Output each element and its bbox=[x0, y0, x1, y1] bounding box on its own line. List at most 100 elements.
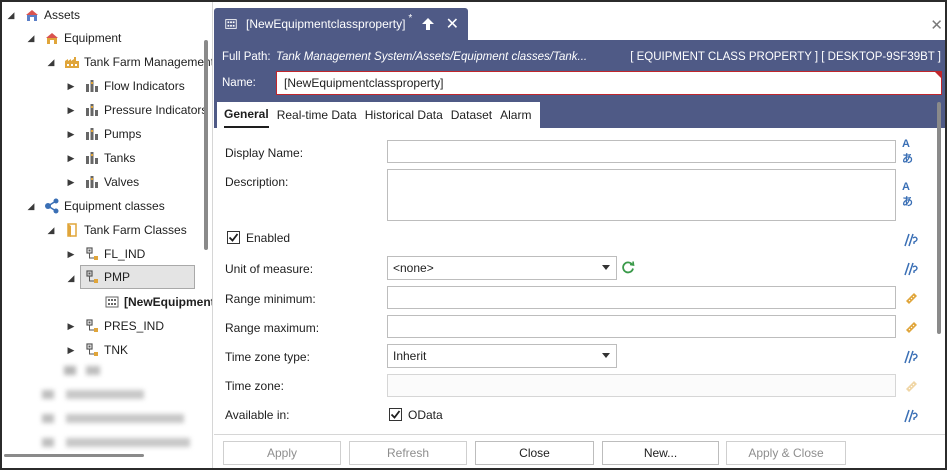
tab-dataset[interactable]: Dataset bbox=[451, 102, 492, 128]
time-zone-type-value: Inherit bbox=[393, 349, 427, 363]
tree-item-equipment-classes[interactable]: ◢ Equipment classes bbox=[24, 195, 165, 217]
odata-checkbox[interactable] bbox=[389, 408, 402, 421]
collapsed-arrow-icon[interactable]: ▶ bbox=[64, 343, 78, 357]
tree-horizontal-scrollbar[interactable] bbox=[4, 454, 144, 457]
tab-realtime-data[interactable]: Real-time Data bbox=[277, 102, 357, 128]
tree-item-tanks[interactable]: ▶ Tanks bbox=[64, 147, 136, 169]
close-button[interactable]: Close bbox=[475, 441, 594, 465]
tab-historical-data[interactable]: Historical Data bbox=[365, 102, 443, 128]
folder-icon bbox=[64, 222, 80, 238]
unit-of-measure-select[interactable]: <none> bbox=[387, 256, 617, 280]
document-tab[interactable]: [NewEquipmentclassproperty] * ✕ bbox=[214, 8, 468, 40]
tree-item-label: Pressure Indicators bbox=[104, 103, 208, 117]
pin-icon[interactable] bbox=[421, 17, 435, 31]
dialog-button-bar: Apply Refresh Close New... Apply & Close bbox=[214, 434, 945, 468]
translate-icon[interactable]: Aあ bbox=[902, 138, 920, 165]
tab-general[interactable]: General bbox=[224, 102, 269, 128]
blurred-row bbox=[42, 438, 54, 447]
tree-item-pressure-indicators[interactable]: ▶ Pressure Indicators bbox=[64, 99, 208, 121]
tree-item-pmp[interactable]: ◢ PMP bbox=[64, 265, 195, 289]
tree-item-label: Equipment classes bbox=[64, 199, 165, 213]
tree-item-tnk[interactable]: ▶ TNK bbox=[64, 339, 128, 361]
enabled-label: Enabled bbox=[246, 231, 291, 245]
collapsed-arrow-icon[interactable]: ▶ bbox=[64, 319, 78, 333]
tree-item-pumps[interactable]: ▶ Pumps bbox=[64, 123, 142, 145]
tree-item-pmp-selected[interactable]: PMP bbox=[80, 265, 195, 289]
ruler-icon[interactable] bbox=[902, 290, 920, 306]
close-tab-icon[interactable]: ✕ bbox=[445, 16, 459, 33]
refresh-button[interactable]: Refresh bbox=[349, 441, 467, 465]
collapsed-arrow-icon[interactable]: ▶ bbox=[64, 247, 78, 261]
unit-of-measure-label: Unit of measure: bbox=[225, 262, 314, 276]
tree-item-pres-ind[interactable]: ▶ PRES_IND bbox=[64, 315, 165, 337]
tree-item-tank-farm-classes[interactable]: ◢ Tank Farm Classes bbox=[44, 219, 187, 241]
tree-item-tank-farm-management[interactable]: ◢ Tank Farm Management bbox=[44, 51, 212, 73]
expanded-arrow-icon[interactable]: ◢ bbox=[44, 223, 58, 237]
range-maximum-input[interactable] bbox=[387, 315, 896, 338]
link-property-icon[interactable] bbox=[902, 349, 920, 365]
link-property-icon[interactable] bbox=[902, 261, 920, 277]
equipment-node-icon bbox=[84, 150, 100, 166]
description-input[interactable] bbox=[387, 169, 896, 221]
translate-icon[interactable]: Aあ bbox=[902, 181, 920, 208]
factory-icon bbox=[64, 54, 80, 70]
collapsed-arrow-icon[interactable]: ▶ bbox=[64, 127, 78, 141]
tree-item-new-property[interactable]: [NewEquipmentclassproperty] bbox=[104, 291, 212, 313]
blurred-row bbox=[66, 438, 190, 447]
range-maximum-label: Range maximum: bbox=[225, 321, 320, 335]
equipment-node-icon bbox=[84, 126, 100, 142]
tree-item-valves[interactable]: ▶ Valves bbox=[64, 171, 140, 193]
display-name-input[interactable] bbox=[387, 140, 896, 163]
time-zone-type-select[interactable]: Inherit bbox=[387, 344, 617, 368]
apply-button[interactable]: Apply bbox=[223, 441, 341, 465]
tree-item-label: Tanks bbox=[104, 151, 136, 165]
form-vertical-scrollbar[interactable] bbox=[937, 102, 941, 334]
link-property-icon[interactable] bbox=[902, 408, 920, 424]
range-minimum-label: Range minimum: bbox=[225, 292, 316, 306]
app-window: ◢ Assets ◢ Equipment ◢ Tank Farm Managem… bbox=[2, 2, 945, 468]
close-pane-icon[interactable]: ✕ bbox=[930, 16, 943, 34]
expanded-arrow-icon[interactable]: ◢ bbox=[24, 31, 38, 45]
collapsed-arrow-icon[interactable]: ▶ bbox=[64, 175, 78, 189]
blurred-row bbox=[86, 366, 100, 375]
time-zone-label: Time zone: bbox=[225, 379, 284, 393]
modified-indicator: * bbox=[408, 12, 413, 24]
blurred-row bbox=[64, 366, 76, 375]
expanded-arrow-icon[interactable]: ◢ bbox=[64, 271, 78, 285]
name-label: Name: bbox=[222, 77, 256, 89]
ruler-icon[interactable] bbox=[902, 319, 920, 335]
tree-item-equipment[interactable]: ◢ Equipment bbox=[24, 27, 122, 49]
blurred-row bbox=[42, 390, 54, 399]
equipment-node-icon bbox=[84, 174, 100, 190]
tab-alarm[interactable]: Alarm bbox=[500, 102, 531, 128]
ruler-icon bbox=[902, 378, 920, 394]
tree-item-fl-ind[interactable]: ▶ FL_IND bbox=[64, 243, 146, 265]
description-label: Description: bbox=[225, 175, 289, 189]
expanded-arrow-icon[interactable]: ◢ bbox=[44, 55, 58, 69]
property-header: Full Path: Tank Management System/Assets… bbox=[214, 40, 945, 100]
asset-tree: ◢ Assets ◢ Equipment ◢ Tank Farm Managem… bbox=[2, 2, 213, 468]
equipment-classes-icon bbox=[44, 198, 60, 214]
property-tabs: General Real-time Data Historical Data D… bbox=[214, 100, 945, 128]
range-minimum-input[interactable] bbox=[387, 286, 896, 309]
enabled-checkbox[interactable] bbox=[227, 231, 240, 244]
name-input[interactable] bbox=[276, 71, 942, 95]
time-zone-type-label: Time zone type: bbox=[225, 350, 310, 364]
link-property-icon[interactable] bbox=[902, 232, 920, 248]
collapsed-arrow-icon[interactable]: ▶ bbox=[64, 79, 78, 93]
equipment-node-icon bbox=[84, 102, 100, 118]
apply-close-button[interactable]: Apply & Close bbox=[726, 441, 846, 465]
collapsed-arrow-icon[interactable]: ▶ bbox=[64, 151, 78, 165]
new-button[interactable]: New... bbox=[602, 441, 719, 465]
tree-item-assets[interactable]: ◢ Assets bbox=[4, 4, 80, 26]
tree-item-label: Valves bbox=[104, 175, 140, 189]
refresh-icon[interactable] bbox=[621, 260, 635, 277]
collapsed-arrow-icon[interactable]: ▶ bbox=[64, 103, 78, 117]
full-path-label: Full Path: bbox=[222, 51, 271, 63]
tree-vertical-scrollbar[interactable] bbox=[204, 40, 208, 250]
expanded-arrow-icon[interactable]: ◢ bbox=[24, 199, 38, 213]
expanded-arrow-icon[interactable]: ◢ bbox=[4, 8, 18, 22]
blurred-row bbox=[66, 414, 184, 423]
display-name-label: Display Name: bbox=[225, 146, 304, 160]
tree-item-flow-indicators[interactable]: ▶ Flow Indicators bbox=[64, 75, 185, 97]
